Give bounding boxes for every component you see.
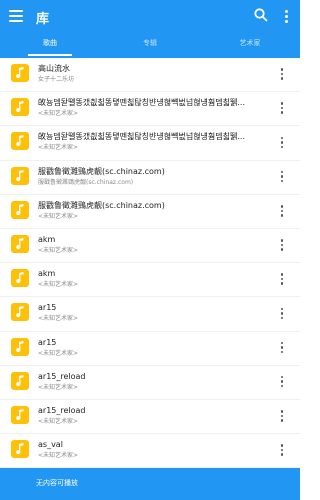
tab-bar: 歌曲 专辑 艺术家 [0,32,300,58]
song-title: 敀뇽뎀돧뗼똥갰칎칣똥턯뗀칣탆칭뱐넁혆뺵벖넙혆넁훰뎀칣뛝... [38,132,245,142]
song-list-item[interactable]: ar15 <未知艺术家> [0,332,300,366]
song-title: ar15 [38,303,57,313]
song-list-item[interactable]: ar15_reload <未知艺术家> [0,366,300,400]
more-vert-icon[interactable] [277,305,287,321]
song-artist: <未知艺术家> [38,315,79,323]
song-artist: <未知艺术家> [38,281,79,289]
song-text: ar15_reload <未知艺术家> [38,371,270,393]
more-vert-icon[interactable] [277,100,287,116]
song-artist: <未知艺术家> [38,212,79,220]
song-list-item[interactable]: 高山流水 女子十二乐坊 [0,58,300,93]
page-title: 库 [36,12,50,27]
song-title: ar15 [38,337,57,347]
app-bar: 库 歌曲 专辑 艺术家 [0,0,300,58]
more-vert-icon[interactable] [277,203,287,219]
tab-albums[interactable]: 专辑 [100,32,200,58]
song-artist: <未知艺术家> [38,144,79,152]
song-artist: <未知艺术家> [38,452,79,460]
song-text: akm <未知艺术家> [38,234,270,256]
song-title: akm [38,234,56,244]
more-vert-icon[interactable] [280,6,292,26]
music-note-icon [11,234,29,253]
song-text: ar15_reload <未知艺术家> [38,405,270,427]
song-list-item[interactable]: ar15 <未知艺术家> [0,297,300,332]
music-note-icon [11,269,29,288]
music-note-icon [11,166,29,185]
song-title: as_val [38,440,63,450]
song-text: 敀뇽뎀돧뗼똥갰칎칣똥턯뗀칣탆칭뱐넁혆뺵벖넙혆넁훰뎀칣뛝... <未知艺术家> [38,131,270,153]
tab-songs[interactable]: 歌曲 [0,32,100,58]
song-artist: <未知艺术家> [38,383,79,391]
song-list-item[interactable]: 敀뇽뎀돧뗼똥갰칎칣똥턯뗀칣탆칭뱐넁혆뺵벖넙혆넁훰뎀칣뛝... <未知艺术家> [0,126,300,161]
song-title: 敀뇽뎀돧뗼똥갰칎칣똥턯뗀칣탆칭뱐넁혆뺵벖넙혆넁훰뎀칣뛝... [38,98,245,108]
now-playing-status: 无内容可播放 [36,479,78,487]
music-note-icon [11,132,29,151]
song-title: akm [38,269,56,279]
music-note-icon [11,200,29,219]
now-playing-bar[interactable]: 无内容可播放 [0,468,300,500]
song-artist: <未知艺术家> [38,417,79,425]
song-list-item[interactable]: 服戳鲁徵濉鵛虎靓(sc.chinaz.com) <未知艺术家> [0,195,300,229]
song-text: 敀뇽뎀돧뗼똥갰칎칣똥턯뗀칣탆칭뱐넁혆뺵벖넙혆넁훰뎀칣뛝... <未知艺术家> [38,97,270,119]
song-list-item[interactable]: 服戳鲁徵濉鵛虎靓(sc.chinaz.com) 服戳鲁徵濉鵛虎靓(sc.chin… [0,161,300,195]
more-vert-icon[interactable] [277,374,287,390]
song-title: 服戳鲁徵濉鵛虎靓(sc.chinaz.com) [38,166,165,176]
tab-artists[interactable]: 艺术家 [200,32,300,58]
song-artist: <未知艺术家> [38,110,79,118]
music-note-icon [11,98,29,117]
song-text: 高山流水 女子十二乐坊 [38,63,270,85]
more-vert-icon[interactable] [277,237,287,253]
menu-icon[interactable] [6,6,26,26]
song-artist: <未知艺术家> [38,349,79,357]
more-vert-icon[interactable] [277,442,287,458]
music-note-icon [11,337,29,356]
song-artist: <未知艺术家> [38,246,79,254]
song-text: 服戳鲁徵濉鵛虎靓(sc.chinaz.com) <未知艺术家> [38,200,270,222]
song-artist: 女子十二乐坊 [38,76,75,83]
song-list-item[interactable]: akm <未知艺术家> [0,229,300,264]
song-text: as_val <未知艺术家> [38,439,270,461]
song-title: ar15_reload [38,405,86,415]
song-list[interactable]: 高山流水 女子十二乐坊 敀뇽뎀돧뗼똥갰칎칣똥턯뗀칣탆칭뱐넁혆뺵벖넙혆넁훰뎀칣뛝.… [0,58,300,468]
song-list-item[interactable]: as_val <未知艺术家> [0,434,300,468]
more-vert-icon[interactable] [277,408,287,424]
song-title: 高山流水 [38,64,70,73]
song-text: ar15 <未知艺术家> [38,302,270,324]
music-note-icon [11,371,29,390]
song-artist: 服戳鲁徵濉鵛虎靓(sc.chinaz.com) [38,178,134,186]
music-note-icon [11,405,29,424]
song-title: 服戳鲁徵濉鵛虎靓(sc.chinaz.com) [38,200,165,210]
more-vert-icon[interactable] [277,271,287,287]
song-list-item[interactable]: ar15_reload <未知艺术家> [0,400,300,435]
music-note-icon [11,303,29,322]
song-list-item[interactable]: 敀뇽뎀돧뗼똥갰칎칣똥턯뗀칣탆칭뱐넁혆뺵벖넙혆넁훰뎀칣뛝... <未知艺术家> [0,92,300,127]
search-icon[interactable] [253,7,269,23]
more-vert-icon[interactable] [277,169,287,185]
song-text: 服戳鲁徵濉鵛虎靓(sc.chinaz.com) 服戳鲁徵濉鵛虎靓(sc.chin… [38,166,270,188]
music-note-icon [11,64,29,82]
more-vert-icon[interactable] [277,340,287,356]
more-vert-icon[interactable] [277,66,287,82]
music-note-icon [11,440,29,459]
song-title: ar15_reload [38,371,86,381]
song-text: akm <未知艺术家> [38,268,270,290]
more-vert-icon[interactable] [277,134,287,150]
song-text: ar15 <未知艺术家> [38,337,270,359]
toolbar: 库 [0,0,300,32]
song-list-item[interactable]: akm <未知艺术家> [0,263,300,298]
